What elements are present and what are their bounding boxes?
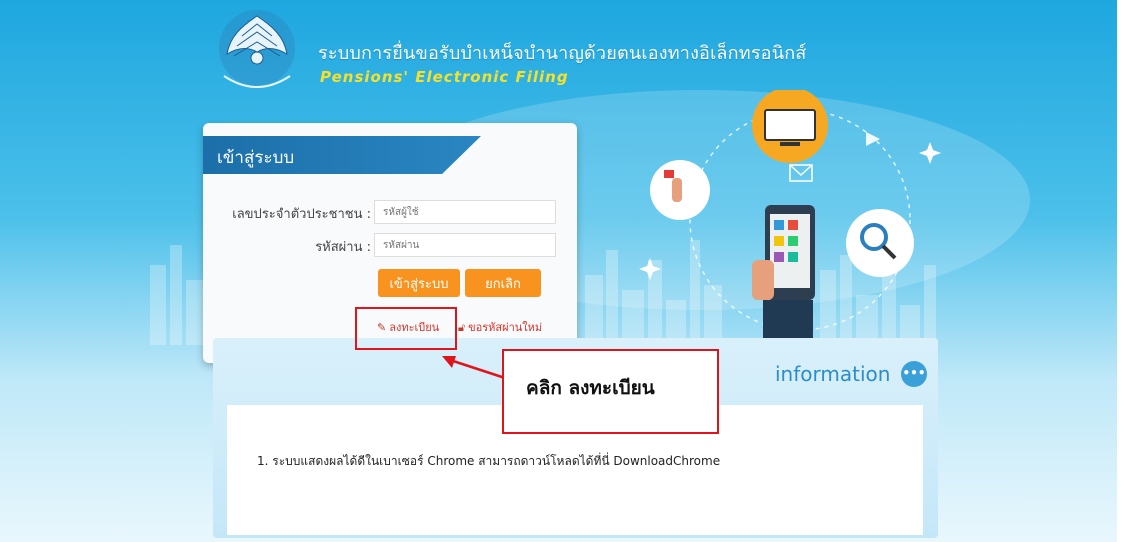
login-button[interactable]: เข้าสู่ระบบ	[378, 269, 460, 297]
sparkle-icon	[919, 142, 941, 164]
forgot-password-label: ขอรหัสผ่านใหม่	[468, 321, 543, 334]
page-edge	[1117, 0, 1129, 542]
password-input[interactable]	[374, 233, 556, 257]
app-title-english: Pensions' Electronic Filing	[320, 68, 569, 86]
smartphone-icon	[752, 205, 815, 350]
page-background: ระบบการยื่นขอรับบำเหน็จบำนาญด้วยตนเองทาง…	[0, 0, 1129, 542]
chat-bubble-icon: •••	[901, 361, 927, 387]
forgot-password-link[interactable]: 🔓︎ ขอรหัสผ่านใหม่	[458, 318, 542, 336]
citizen-id-input[interactable]	[374, 200, 556, 224]
annotation-callout-text: คลิก ลงทะเบียน	[526, 377, 655, 399]
password-label: รหัสผ่าน :	[315, 240, 371, 255]
login-heading-banner: เข้าสู่ระบบ	[203, 136, 481, 174]
annotation-callout: คลิก ลงทะเบียน	[502, 349, 719, 434]
annotation-arrow	[442, 356, 506, 380]
app-title-thai: ระบบการยื่นขอรับบำเหน็จบำนาญด้วยตนเองทาง…	[318, 43, 807, 64]
login-heading: เข้าสู่ระบบ	[217, 148, 295, 168]
citizen-id-label: เลขประจำตัวประชาชน :	[232, 207, 371, 222]
information-title: information	[775, 362, 891, 386]
touch-hand-icon	[650, 160, 710, 220]
technology-illustration	[639, 90, 941, 350]
cancel-button[interactable]: ยกเลิก	[465, 269, 541, 297]
magnifier-icon	[846, 209, 914, 277]
comptroller-logo	[219, 10, 295, 88]
unlock-icon: 🔓︎	[458, 321, 466, 334]
information-item: 1. ระบบแสดงผลได้ดีในเบาเซอร์ Chrome สามา…	[257, 454, 721, 468]
highlight-register-box	[355, 307, 457, 350]
monitor-icon	[752, 90, 828, 163]
